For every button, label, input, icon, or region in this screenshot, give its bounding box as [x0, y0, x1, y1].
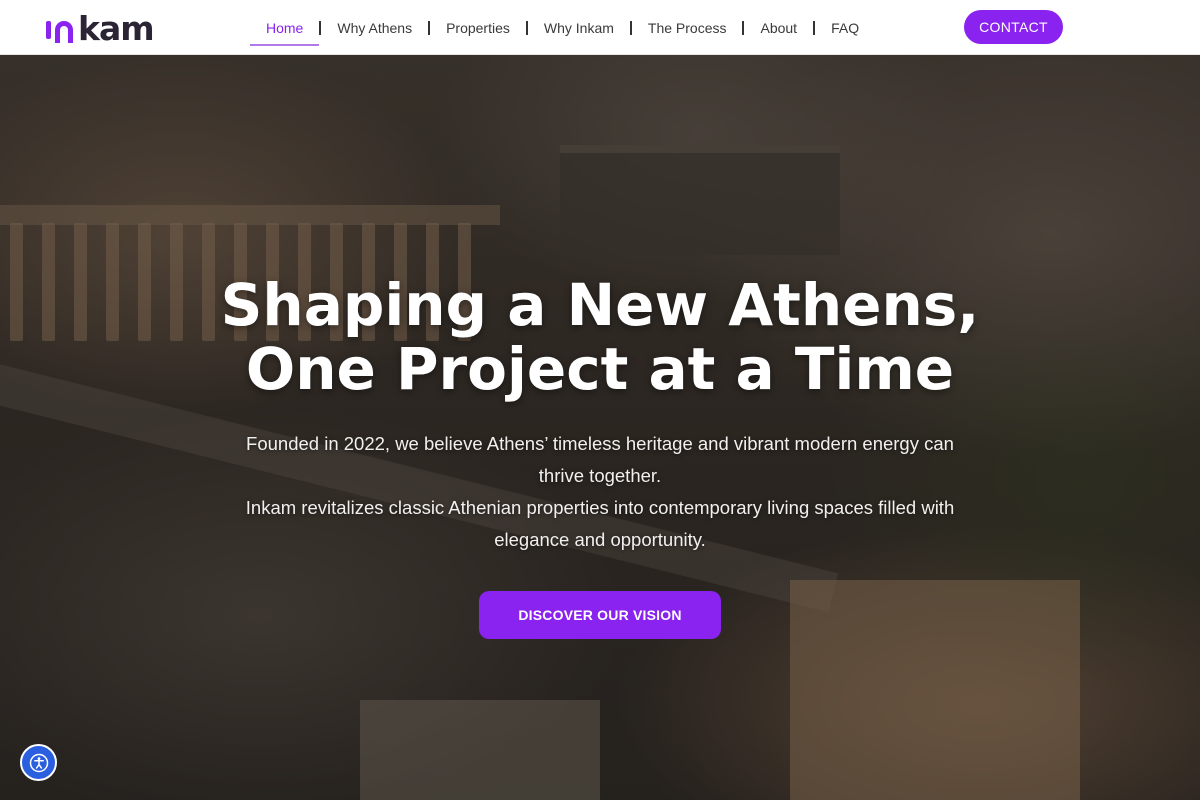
- accessibility-button[interactable]: [20, 744, 57, 781]
- site-header: kam Home Why Athens Properties Why Inkam…: [0, 0, 1200, 55]
- nav-the-process[interactable]: The Process: [632, 0, 743, 55]
- hero-description-line-1: Founded in 2022, we believe Athens’ time…: [246, 433, 954, 486]
- main-nav: Home Why Athens Properties Why Inkam The…: [250, 0, 875, 55]
- hero-title-line-2: One Project at a Time: [245, 335, 955, 403]
- accessibility-icon: [29, 753, 48, 772]
- nav-why-inkam[interactable]: Why Inkam: [528, 0, 630, 55]
- nav-about[interactable]: About: [744, 0, 813, 55]
- inkam-logo[interactable]: kam: [46, 8, 155, 48]
- hero-title: Shaping a New Athens, One Project at a T…: [100, 273, 1100, 401]
- hero-content: Shaping a New Athens, One Project at a T…: [0, 55, 1200, 800]
- logo-text: kam: [78, 8, 155, 48]
- nav-home[interactable]: Home: [250, 0, 320, 55]
- nav-properties[interactable]: Properties: [430, 0, 526, 55]
- hero-title-line-1: Shaping a New Athens,: [220, 271, 980, 339]
- hero-description-line-2: Inkam revitalizes classic Athenian prope…: [245, 497, 955, 550]
- nav-why-athens[interactable]: Why Athens: [321, 0, 428, 55]
- nav-faq[interactable]: FAQ: [815, 0, 875, 55]
- hero-section: Shaping a New Athens, One Project at a T…: [0, 55, 1200, 800]
- contact-button[interactable]: CONTACT: [964, 10, 1063, 44]
- hero-description: Founded in 2022, we believe Athens’ time…: [240, 428, 960, 556]
- discover-vision-button[interactable]: DISCOVER OUR VISION: [479, 591, 721, 639]
- logo-mark-icon: [46, 17, 76, 43]
